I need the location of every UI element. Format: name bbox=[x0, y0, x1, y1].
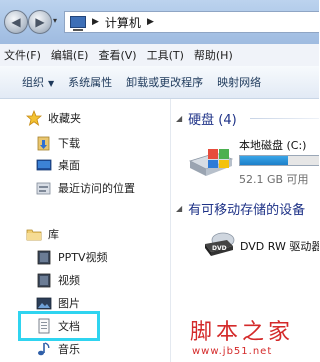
watermark-text: 脚本之家 bbox=[190, 320, 295, 345]
nav-desktop-label: 桌面 bbox=[58, 159, 80, 172]
computer-icon bbox=[70, 16, 86, 31]
chevron-down-icon: ▼ bbox=[48, 79, 55, 88]
group-removable-label: 有可移动存储的设备 bbox=[188, 203, 306, 218]
menu-file[interactable]: 文件(F) bbox=[4, 47, 41, 63]
breadcrumb-separator-icon[interactable]: ▶ bbox=[92, 17, 99, 27]
system-properties-button[interactable]: 系统属性 bbox=[68, 74, 112, 90]
menu-view[interactable]: 查看(V) bbox=[98, 47, 136, 63]
group-removable[interactable]: ◢ 有可移动存储的设备 bbox=[176, 199, 305, 218]
menu-edit[interactable]: 编辑(E) bbox=[51, 47, 89, 63]
drive-c-label[interactable]: 本地磁盘 (C:) bbox=[239, 137, 306, 153]
picture-library-icon bbox=[36, 295, 52, 311]
menu-tools[interactable]: 工具(T) bbox=[147, 47, 184, 63]
video-library-icon bbox=[36, 249, 52, 265]
nav-recent-places-label: 最近访问的位置 bbox=[58, 182, 135, 195]
nav-libraries[interactable]: 库 bbox=[26, 225, 59, 243]
watermark-url: www.jb51.net bbox=[192, 346, 273, 357]
recent-places-icon bbox=[36, 180, 52, 196]
nav-videos[interactable]: 视频 bbox=[36, 271, 80, 289]
dvd-drive-icon[interactable]: DVD bbox=[203, 228, 235, 258]
organize-label: 组织 bbox=[22, 76, 44, 89]
nav-downloads-label: 下载 bbox=[58, 137, 80, 150]
nav-music[interactable]: 音乐 bbox=[36, 340, 80, 358]
organize-button[interactable]: 组织 ▼ bbox=[22, 74, 54, 90]
map-network-drive-button[interactable]: 映射网络 bbox=[217, 74, 261, 90]
nav-downloads[interactable]: 下载 bbox=[36, 134, 80, 152]
nav-pictures[interactable]: 图片 bbox=[36, 294, 80, 312]
nav-favorites[interactable]: 收藏夹 bbox=[25, 109, 81, 127]
menu-bar: 文件(F) 编辑(E) 查看(V) 工具(T) 帮助(H) bbox=[0, 44, 319, 67]
collapse-triangle-icon[interactable]: ◢ bbox=[176, 114, 182, 123]
breadcrumb-separator-icon[interactable]: ▶ bbox=[147, 17, 154, 27]
back-button[interactable]: ◀ bbox=[4, 10, 28, 34]
recent-pages-chevron-icon[interactable]: ▾ bbox=[53, 16, 57, 25]
music-library-icon bbox=[36, 341, 52, 357]
drive-c-usage-fill bbox=[240, 156, 289, 165]
video-library-icon bbox=[36, 272, 52, 288]
dvd-logo-icon: DVD bbox=[212, 245, 227, 252]
nav-recent-places[interactable]: 最近访问的位置 bbox=[36, 179, 135, 197]
hard-drive-icon[interactable] bbox=[186, 147, 234, 179]
forward-arrow-icon: ▶ bbox=[35, 15, 45, 29]
uninstall-program-button[interactable]: 卸载或更改程序 bbox=[126, 74, 203, 90]
nav-music-label: 音乐 bbox=[58, 343, 80, 356]
drive-c-usage-bar bbox=[239, 155, 319, 166]
nav-favorites-label: 收藏夹 bbox=[48, 112, 81, 125]
collapse-triangle-icon[interactable]: ◢ bbox=[176, 204, 182, 213]
title-bar: ◀ ▶ ▾ ▶ 计算机 ▶ bbox=[0, 0, 319, 44]
star-icon bbox=[25, 109, 43, 126]
library-folder-icon bbox=[26, 226, 42, 242]
nav-videos-label: 视频 bbox=[58, 274, 80, 287]
group-hard-drives[interactable]: ◢ 硬盘 (4) bbox=[176, 109, 237, 128]
desktop-icon bbox=[36, 157, 52, 173]
nav-pptv-videos[interactable]: PPTV视频 bbox=[36, 248, 108, 266]
back-arrow-icon: ◀ bbox=[11, 15, 21, 29]
address-bar[interactable]: ▶ 计算机 ▶ bbox=[64, 11, 319, 33]
breadcrumb-computer[interactable]: 计算机 bbox=[105, 14, 141, 31]
explorer-window: ◀ ▶ ▾ ▶ 计算机 ▶ 文件(F) 编辑(E) 查看(V) 工具(T) 帮助… bbox=[0, 0, 319, 362]
drive-c-free-space: 52.1 GB 可用 bbox=[239, 173, 309, 186]
nav-pictures-label: 图片 bbox=[58, 297, 80, 310]
group-hard-drives-label: 硬盘 (4) bbox=[188, 113, 237, 128]
nav-desktop[interactable]: 桌面 bbox=[36, 156, 80, 174]
group-divider bbox=[250, 118, 319, 119]
forward-button[interactable]: ▶ bbox=[28, 10, 52, 34]
nav-pptv-videos-label: PPTV视频 bbox=[58, 251, 108, 264]
command-bar: 组织 ▼ 系统属性 卸载或更改程序 映射网络 bbox=[0, 66, 319, 99]
menu-help[interactable]: 帮助(H) bbox=[194, 47, 233, 63]
download-folder-icon bbox=[36, 135, 52, 151]
dvd-drive-label[interactable]: DVD RW 驱动器 bbox=[240, 238, 319, 254]
selection-highlight bbox=[18, 311, 100, 341]
nav-libraries-label: 库 bbox=[48, 228, 59, 241]
